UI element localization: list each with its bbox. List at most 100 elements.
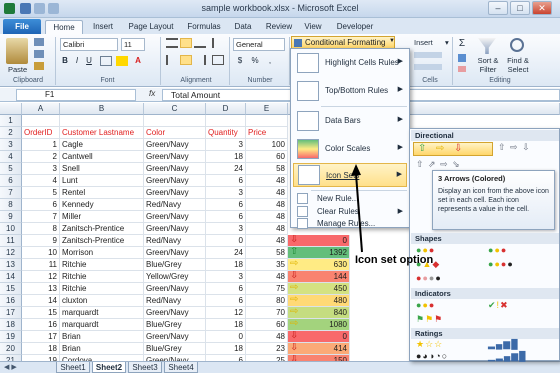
table-cell[interactable]: Ritchie	[60, 259, 144, 271]
column-title-cell[interactable]: OrderID	[22, 127, 60, 139]
row-header[interactable]: 8	[0, 199, 22, 211]
table-cell[interactable]: 24	[206, 247, 246, 259]
row-header[interactable]: 20	[0, 343, 22, 355]
table-cell[interactable]: Blue/Grey	[144, 259, 206, 271]
table-cell[interactable]: Brian	[60, 343, 144, 355]
table-cell[interactable]: 48	[246, 211, 288, 223]
table-cell[interactable]: 8	[22, 223, 60, 235]
row-header[interactable]: 14	[0, 271, 22, 283]
table-cell[interactable]: marquardt	[60, 307, 144, 319]
align-middle-icon[interactable]	[180, 38, 192, 48]
table-cell[interactable]: 60	[246, 319, 288, 331]
row-header[interactable]: 9	[0, 211, 22, 223]
row-header[interactable]: 17	[0, 307, 22, 319]
table-cell[interactable]: Green/Navy	[144, 247, 206, 259]
column-title-cell[interactable]: Price	[246, 127, 288, 139]
total-amount-cell[interactable]: ⇨ 840	[288, 307, 350, 319]
table-cell[interactable]: Snell	[60, 163, 144, 175]
table-cell[interactable]: 0	[206, 235, 246, 247]
fx-icon[interactable]: fx	[149, 89, 155, 98]
table-cell[interactable]: Lunt	[60, 175, 144, 187]
icon-set-3-arrows-colored[interactable]: ⇧ ⇨ ⇩	[413, 142, 493, 156]
menu-item-top-bottom-rules[interactable]: Top/Bottom Rules ▶	[293, 79, 407, 103]
table-cell[interactable]: 10	[22, 247, 60, 259]
column-title-cell[interactable]: Quantity	[206, 127, 246, 139]
table-cell[interactable]: 12	[22, 271, 60, 283]
find-select-icon[interactable]	[510, 38, 524, 52]
total-amount-cell[interactable]: ⇩ 0	[288, 331, 350, 343]
table-cell[interactable]: 5	[22, 187, 60, 199]
table-cell[interactable]: Blue/Grey	[144, 343, 206, 355]
icon-set-red-to-black[interactable]: ●●●●	[416, 273, 442, 283]
table-cell[interactable]: 48	[246, 271, 288, 283]
close-button[interactable]: ✕	[532, 1, 552, 15]
percent-icon[interactable]: %	[248, 55, 262, 68]
table-cell[interactable]: Red/Navy	[144, 235, 206, 247]
sort-filter-icon[interactable]	[478, 38, 496, 54]
cut-icon[interactable]	[34, 38, 44, 46]
table-cell[interactable]: 13	[22, 283, 60, 295]
table-cell[interactable]: Brian	[60, 331, 144, 343]
row-header[interactable]: 10	[0, 223, 22, 235]
icon-set-3-stars[interactable]: ★☆☆	[416, 339, 443, 350]
currency-icon[interactable]: $	[233, 55, 247, 68]
tab-developer[interactable]: Developer	[332, 20, 378, 34]
delete-cells-icon[interactable]	[414, 52, 442, 58]
table-cell[interactable]: 3	[206, 139, 246, 151]
table-cell[interactable]	[22, 115, 60, 127]
italic-button[interactable]: I	[72, 55, 82, 68]
table-cell[interactable]: Ritchie	[60, 271, 144, 283]
row-header[interactable]: 19	[0, 331, 22, 343]
table-cell[interactable]: 4	[22, 175, 60, 187]
table-cell[interactable]: marquardt	[60, 319, 144, 331]
table-cell[interactable]: Red/Navy	[144, 199, 206, 211]
table-cell[interactable]: Green/Navy	[144, 211, 206, 223]
table-cell[interactable]: Green/Navy	[144, 187, 206, 199]
wrap-text-icon[interactable]	[212, 38, 224, 48]
icon-set-4-traffic-lights[interactable]: ●●●●	[488, 259, 514, 269]
find-select-button[interactable]: Find & Select	[503, 56, 533, 74]
table-cell[interactable]: Green/Navy	[144, 223, 206, 235]
column-header[interactable]: A	[22, 103, 60, 115]
table-cell[interactable]: 9	[22, 235, 60, 247]
table-cell[interactable]: 15	[22, 307, 60, 319]
total-amount-cell[interactable]: ⇨ 630	[288, 259, 350, 271]
table-cell[interactable]: 58	[246, 163, 288, 175]
sheet-tab[interactable]: Sheet1	[56, 362, 90, 373]
table-cell[interactable]: Miller	[60, 211, 144, 223]
icon-set-flags[interactable]: ⚑⚑⚑	[416, 314, 443, 325]
tab-data[interactable]: Data	[230, 20, 256, 34]
table-cell[interactable]: 3	[22, 163, 60, 175]
table-cell[interactable]: 60	[246, 151, 288, 163]
table-cell[interactable]: Rentel	[60, 187, 144, 199]
table-cell[interactable]: Cagle	[60, 139, 144, 151]
tab-page-layout[interactable]: Page Layout	[124, 20, 178, 34]
table-cell[interactable]: 18	[206, 319, 246, 331]
total-amount-cell[interactable]: ⇩ 414	[288, 343, 350, 355]
table-cell[interactable]: 7	[22, 211, 60, 223]
table-cell[interactable]: 3	[206, 187, 246, 199]
sheet-tab[interactable]: Sheet3	[128, 362, 162, 373]
table-cell[interactable]: 70	[246, 307, 288, 319]
table-cell[interactable]	[60, 115, 144, 127]
row-header[interactable]: 6	[0, 175, 22, 187]
table-cell[interactable]: 23	[246, 343, 288, 355]
table-cell[interactable]: 6	[206, 211, 246, 223]
tab-review[interactable]: Review	[262, 20, 296, 34]
table-cell[interactable]: 12	[206, 307, 246, 319]
table-cell[interactable]: 48	[246, 331, 288, 343]
menu-item-color-scales[interactable]: Color Scales ▶	[293, 137, 407, 161]
column-header[interactable]: E	[246, 103, 288, 115]
icon-set-symbols-circled[interactable]: ●●●	[416, 300, 435, 310]
format-cells-icon[interactable]	[414, 64, 442, 70]
table-cell[interactable]: Zanitsch-Prentice	[60, 235, 144, 247]
table-cell[interactable]: 3	[206, 223, 246, 235]
column-header[interactable]: C	[144, 103, 206, 115]
tab-formulas[interactable]: Formulas	[182, 20, 226, 34]
row-header[interactable]: 13	[0, 259, 22, 271]
comma-icon[interactable]: ,	[263, 55, 277, 68]
table-cell[interactable]: Green/Navy	[144, 139, 206, 151]
column-header[interactable]: B	[60, 103, 144, 115]
table-cell[interactable]: Kennedy	[60, 199, 144, 211]
row-header[interactable]: 18	[0, 319, 22, 331]
